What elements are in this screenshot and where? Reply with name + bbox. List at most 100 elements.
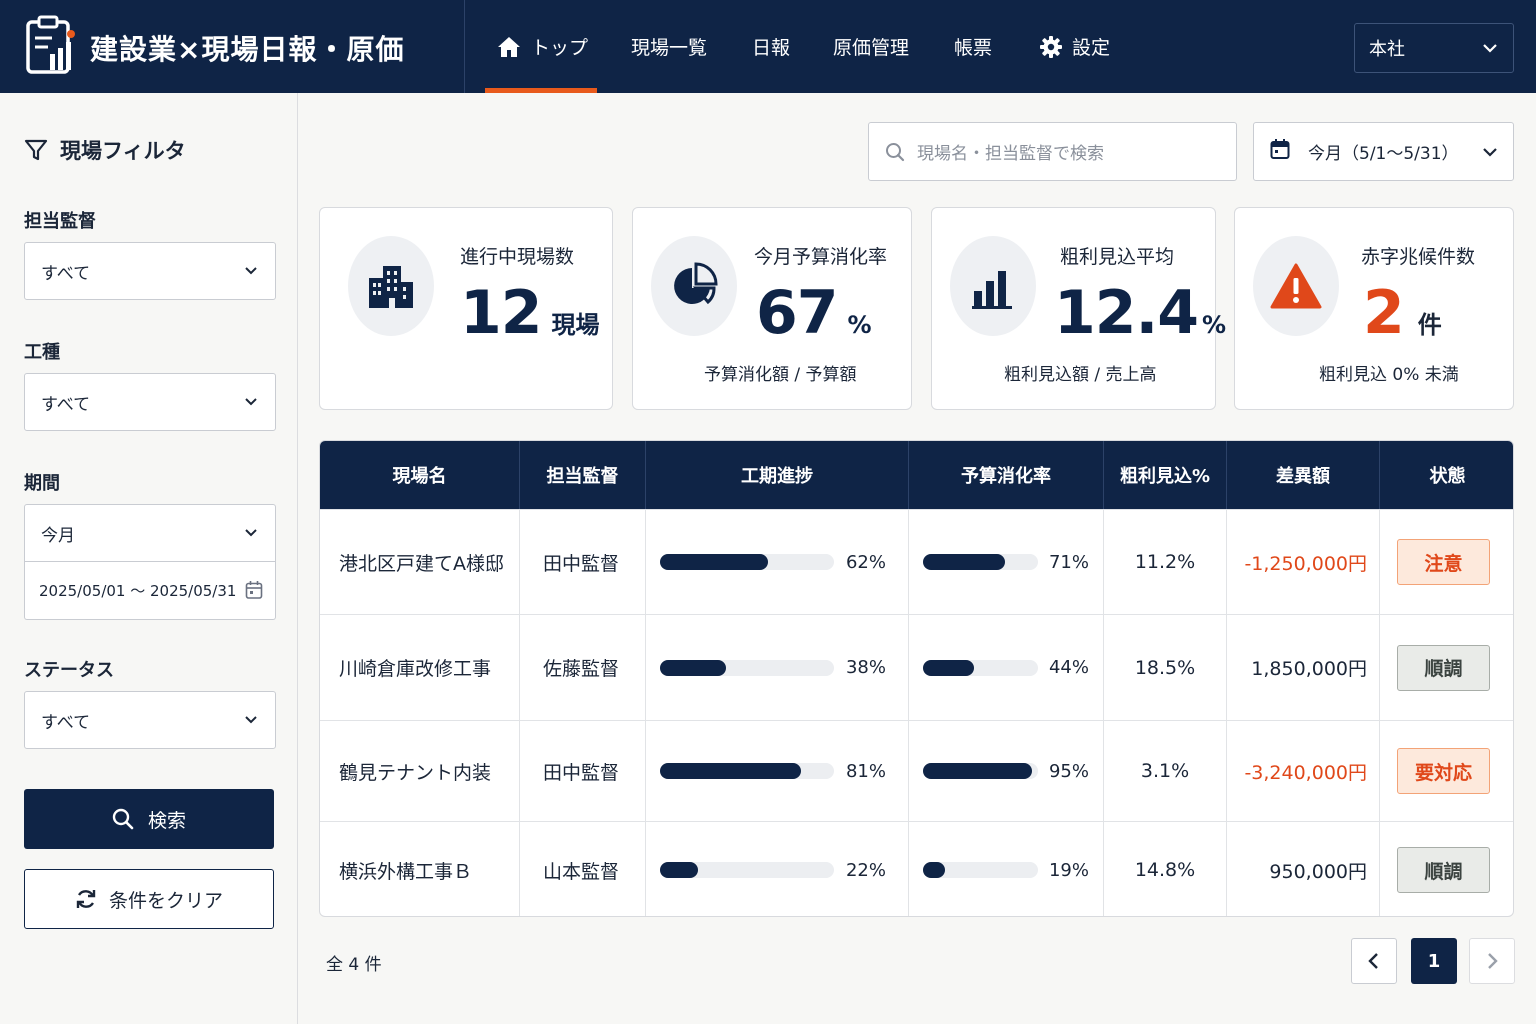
cell-supervisor: 山本監督 — [520, 822, 646, 916]
budget-bar-fill — [923, 554, 1005, 570]
budget-percent: 95% — [1048, 760, 1089, 782]
header-divider — [464, 0, 465, 93]
home-icon — [497, 36, 521, 58]
cell-supervisor: 佐藤監督 — [520, 615, 646, 720]
page-button-current[interactable]: 1 — [1411, 938, 1457, 984]
cell-site-name[interactable]: 鶴見テナント内装 — [320, 721, 520, 821]
kpi-value-row: 12 現場 — [460, 278, 600, 348]
kpi-value: 12.4 — [1054, 278, 1199, 348]
table-header: 現場名 担当監督 工期進捗 予算消化率 粗利見込% 差異額 状態 — [320, 441, 1513, 509]
cell-variance: 950,000円 — [1227, 822, 1380, 916]
chevron-down-icon — [1481, 143, 1499, 166]
col-header-status[interactable]: 状態 — [1380, 441, 1513, 509]
supervisor-label: 担当監督 — [24, 211, 96, 232]
cell-budget: 44% — [909, 615, 1104, 720]
table-row[interactable]: 鶴見テナント内装 田中監督 81% 95% 3.1% -3,240,000円 要対応 — [320, 720, 1513, 821]
status-badge[interactable]: 順調 — [1397, 847, 1490, 893]
chevron-down-icon — [243, 394, 259, 415]
nav-item-top[interactable]: トップ — [497, 0, 588, 93]
table-row[interactable]: 川崎倉庫改修工事 佐藤監督 38% 44% 18.5% 1,850,000円 順調 — [320, 614, 1513, 720]
period-range-value: 今月（5/1～5/31） — [1308, 144, 1459, 164]
col-header-margin[interactable]: 粗利見込% — [1104, 441, 1227, 509]
search-button-label: 検索 — [147, 809, 186, 832]
chevron-down-icon — [1481, 39, 1499, 62]
kpi-title: 赤字兆候件数 — [1361, 246, 1476, 268]
kpi-title: 今月予算消化率 — [754, 246, 888, 268]
calendar-icon[interactable] — [245, 580, 263, 604]
kpi-subtitle: 粗利見込額 / 売上高 — [1004, 365, 1157, 385]
cell-margin: 3.1% — [1104, 721, 1227, 821]
status-label: ステータス — [24, 660, 114, 681]
pie-chart-icon — [651, 236, 737, 336]
kpi-card-active-sites: 進行中現場数 12 現場 — [319, 207, 613, 410]
gear-icon — [1040, 35, 1062, 58]
table-row[interactable]: 港北区戸建てA様邸 田中監督 62% 71% 11.2% -1,250,000円 注意 — [320, 509, 1513, 614]
date-range-field[interactable]: 2025/05/01 ～ 2025/05/31 — [24, 562, 276, 620]
nav-item-daily-report[interactable]: 日報 — [752, 0, 790, 93]
cell-status: 注意 — [1380, 510, 1513, 614]
work-type-select-value: すべて — [41, 394, 91, 415]
cell-budget: 19% — [909, 822, 1104, 916]
status-badge[interactable]: 順調 — [1397, 644, 1490, 691]
site-search-input[interactable]: 現場名・担当監督で検索 — [868, 122, 1237, 181]
app-header: 建設業×現場日報・原価 トップ 現場一覧 日報 原価管理 帳票 設定 本社 — [0, 0, 1536, 93]
kpi-card-deficit-warnings: 赤字兆候件数 2 件 粗利見込 0% 未満 — [1234, 207, 1514, 410]
status-badge[interactable]: 注意 — [1397, 539, 1490, 585]
kpi-subtitle: 粗利見込 0% 未満 — [1319, 365, 1459, 385]
progress-percent: 22% — [845, 859, 886, 881]
budget-percent: 44% — [1048, 657, 1089, 678]
table-row[interactable]: 横浜外構工事Ｂ 山本監督 22% 19% 14.8% 950,000円 順調 — [320, 821, 1513, 916]
work-type-select[interactable]: すべて — [24, 373, 276, 431]
total-count: 全 4 件 — [326, 955, 382, 975]
col-header-variance[interactable]: 差異額 — [1227, 441, 1380, 509]
nav-item-cost[interactable]: 原価管理 — [833, 0, 909, 93]
search-icon — [886, 142, 905, 161]
cell-status: 順調 — [1380, 822, 1513, 916]
kpi-value-row: 67 % — [756, 278, 872, 348]
nav-item-settings[interactable]: 設定 — [1040, 0, 1110, 93]
status-badge[interactable]: 要対応 — [1397, 748, 1490, 794]
nav-item-forms[interactable]: 帳票 — [954, 0, 992, 93]
app-title: 建設業×現場日報・原価 — [90, 33, 405, 66]
progress-bar-track — [660, 659, 834, 676]
nav-label-settings: 設定 — [1072, 37, 1111, 59]
kpi-unit: 現場 — [551, 311, 600, 339]
nav-label-top: トップ — [531, 37, 589, 59]
status-select[interactable]: すべて — [24, 691, 276, 749]
kpi-value-row: 12.4 % — [1054, 278, 1226, 348]
cell-site-name[interactable]: 横浜外構工事Ｂ — [320, 822, 520, 916]
clear-button-label: 条件をクリア — [108, 889, 223, 912]
period-select-value: 今月 — [41, 525, 75, 546]
progress-bar-fill — [660, 862, 699, 878]
cell-site-name[interactable]: 港北区戸建てA様邸 — [320, 510, 520, 614]
sites-table: 現場名 担当監督 工期進捗 予算消化率 粗利見込% 差異額 状態 港北区戸建てA… — [319, 440, 1514, 917]
nav-item-sites[interactable]: 現場一覧 — [631, 0, 707, 93]
branch-select[interactable]: 本社 — [1354, 23, 1514, 73]
kpi-card-budget-consumption: 今月予算消化率 67 % 予算消化額 / 予算額 — [632, 207, 912, 410]
cell-status: 順調 — [1380, 615, 1513, 720]
cell-budget: 95% — [909, 721, 1104, 821]
cell-supervisor: 田中監督 — [520, 721, 646, 821]
next-page-button[interactable] — [1469, 938, 1515, 984]
clipboard-chart-icon — [24, 14, 80, 76]
search-button[interactable]: 検索 — [24, 789, 274, 849]
col-header-progress[interactable]: 工期進捗 — [646, 441, 909, 509]
prev-page-button[interactable] — [1351, 938, 1397, 984]
col-header-supervisor[interactable]: 担当監督 — [520, 441, 646, 509]
calendar-icon — [1270, 138, 1290, 165]
col-header-budget[interactable]: 予算消化率 — [909, 441, 1104, 509]
period-select[interactable]: 今月 — [24, 504, 276, 562]
clear-filters-button[interactable]: 条件をクリア — [24, 869, 274, 929]
budget-percent: 19% — [1048, 859, 1089, 881]
cell-margin: 18.5% — [1104, 615, 1227, 720]
progress-bar-fill — [660, 659, 727, 676]
col-header-site[interactable]: 現場名 — [320, 441, 520, 509]
search-icon — [112, 808, 134, 830]
cell-site-name[interactable]: 川崎倉庫改修工事 — [320, 615, 520, 720]
budget-bar-track — [923, 763, 1038, 779]
chevron-right-icon — [1488, 953, 1498, 969]
supervisor-select[interactable]: すべて — [24, 242, 276, 300]
refresh-icon — [76, 890, 96, 908]
period-range-select[interactable]: 今月（5/1～5/31） — [1253, 122, 1514, 181]
filter-sidebar: 現場フィルタ 担当監督 すべて 工種 すべて 期間 今月 2025/05/01 … — [0, 93, 298, 1024]
